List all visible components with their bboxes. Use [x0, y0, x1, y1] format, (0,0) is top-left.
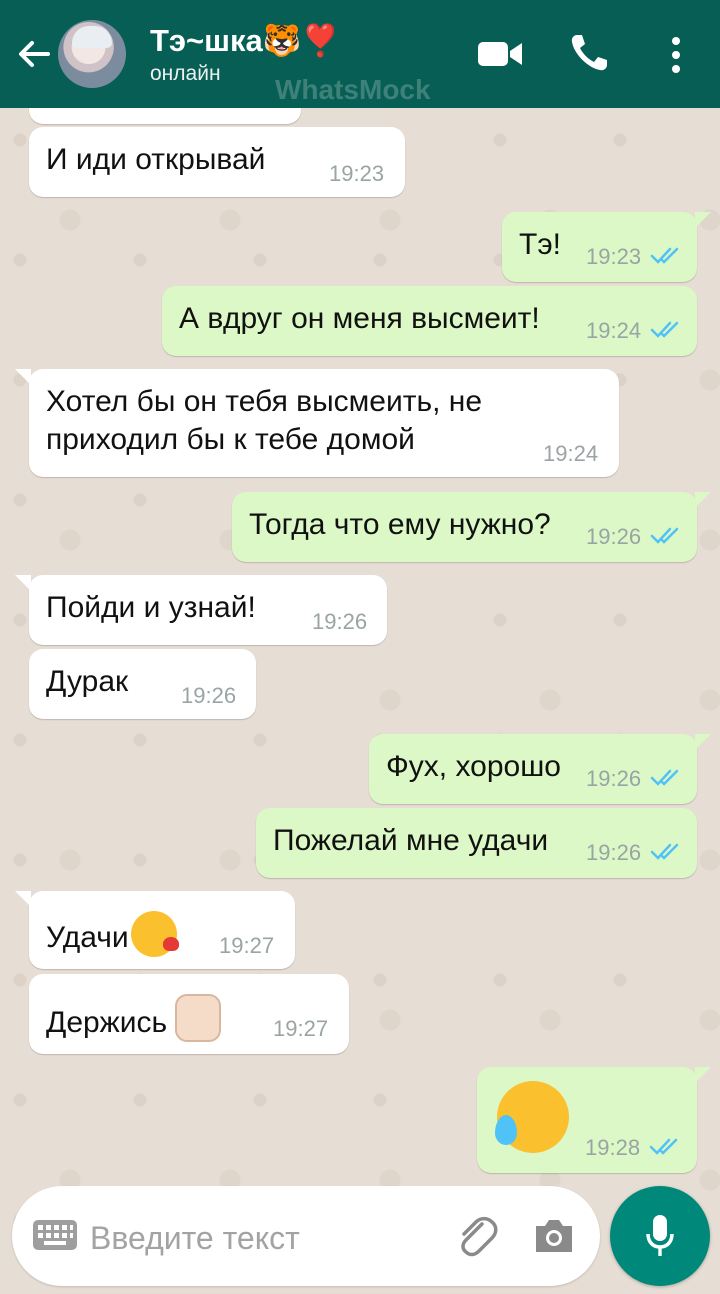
message-time: 19:26 — [586, 766, 642, 791]
more-vert-icon[interactable] — [662, 34, 690, 76]
message-bubble-outgoing[interactable]: Пожелай мне удачи 19:26 — [256, 808, 697, 878]
message-text: Держись — [46, 994, 222, 1042]
message-time: 19:27 — [273, 1016, 329, 1041]
keyboard-icon[interactable] — [32, 1216, 78, 1254]
message-text: Тэ! — [519, 228, 561, 261]
read-ticks-icon — [649, 1138, 678, 1155]
read-ticks-icon — [650, 527, 679, 544]
message-bubble-outgoing[interactable]: 19:28 — [477, 1067, 711, 1173]
message-time: 19:26 — [586, 840, 642, 865]
contact-name[interactable]: Тэ~шка🐯❣️ — [150, 22, 340, 59]
message-text: Тогда что ему нужно? — [249, 508, 551, 541]
message-text-line-2: приходил бы к тебе домой — [46, 423, 415, 456]
message-text: И иди открывай — [46, 143, 266, 176]
message-bubble-incoming[interactable]: Пойди и узнай! 19:26 — [15, 575, 387, 645]
message-time: 19:24 — [543, 441, 599, 466]
message-time: 19:27 — [219, 933, 275, 958]
message-text: Фух, хорошо — [386, 750, 561, 783]
message-text: Удачи — [46, 911, 179, 957]
message-time: 19:26 — [181, 683, 237, 708]
message-input-placeholder[interactable]: Введите текст — [90, 1220, 300, 1257]
message-bubble-outgoing[interactable]: Фух, хорошо 19:26 — [369, 734, 711, 804]
message-text-line-1: Хотел бы он тебя высмеить, не — [46, 385, 483, 418]
avatar[interactable] — [58, 20, 126, 88]
read-ticks-icon — [650, 247, 679, 264]
message-bubble-incoming[interactable]: Держись 19:27 — [29, 974, 349, 1054]
sad-sweat-emoji-icon — [495, 1081, 569, 1153]
message-bubble-outgoing[interactable]: Тэ! 19:23 — [502, 212, 711, 282]
message-text-content: Удачи — [46, 921, 129, 954]
attach-icon[interactable] — [452, 1212, 500, 1260]
phone-icon[interactable] — [568, 32, 610, 74]
message-text: А вдруг он меня высмеит! — [179, 302, 540, 335]
raised-fist-emoji-icon — [175, 994, 222, 1042]
message-bubble-outgoing[interactable]: А вдруг он меня высмеит! 19:24 — [162, 286, 697, 356]
message-input-bar[interactable]: Введите текст — [12, 1186, 600, 1286]
voice-record-button[interactable] — [610, 1186, 710, 1286]
read-ticks-icon — [650, 769, 679, 786]
contact-status: онлайн — [150, 62, 221, 85]
chat-header: Тэ~шка🐯❣️ онлайн WhatsMock — [0, 0, 720, 108]
watermark: WhatsMock — [275, 74, 431, 105]
message-bubble-outgoing[interactable]: Тогда что ему нужно? 19:26 — [232, 492, 711, 562]
message-time: 19:28 — [585, 1135, 641, 1160]
message-time: 19:26 — [312, 609, 368, 634]
read-ticks-icon — [650, 321, 679, 338]
message-bubble-incoming[interactable]: И иди открывай 19:23 — [29, 127, 405, 197]
read-ticks-icon — [650, 843, 679, 860]
message-text-content: Держись — [46, 1006, 168, 1039]
mic-icon — [646, 1215, 674, 1256]
kiss-emoji-icon — [130, 911, 179, 957]
message-time: 19:24 — [586, 318, 642, 343]
message-text: Дурак — [46, 665, 129, 698]
video-call-icon[interactable] — [476, 34, 524, 74]
message-time: 19:23 — [586, 244, 642, 269]
message-bubble-incoming[interactable]: Дурак 19:26 — [29, 649, 256, 719]
message-text: Пожелай мне удачи — [273, 824, 549, 857]
message-time: 19:23 — [329, 161, 385, 186]
message-time: 19:26 — [586, 524, 642, 549]
message-text: Пойди и узнай! — [46, 591, 256, 624]
message-bubble-incoming[interactable]: Удачи 19:27 — [15, 891, 295, 969]
camera-icon[interactable] — [532, 1214, 576, 1258]
message-bubble-incoming[interactable]: Хотел бы он тебя высмеить, не приходил б… — [15, 369, 619, 477]
back-arrow-icon[interactable] — [14, 34, 54, 74]
